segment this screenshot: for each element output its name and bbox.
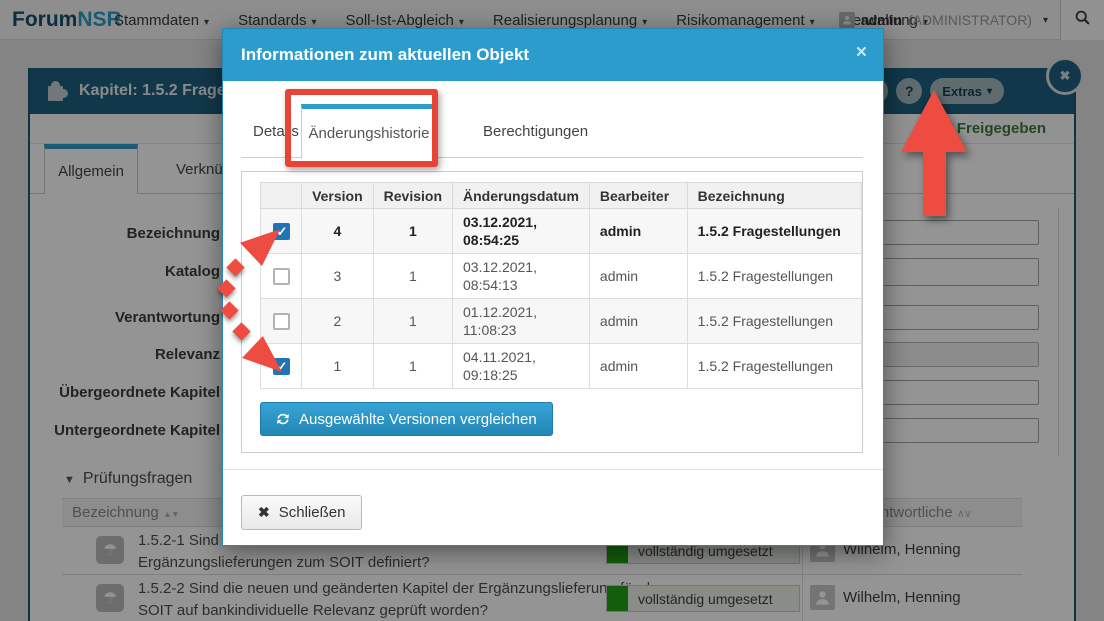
history-tab-content: Version Revision Änderungsdatum Bearbeit… <box>241 171 863 453</box>
annotation-highlight-box <box>285 89 438 167</box>
bezeichnung-cell: 1.5.2 Fragestellungen <box>687 299 861 344</box>
bearbeiter-cell: admin <box>589 344 687 389</box>
version-row: 1 1 04.11.2021,09:18:25 admin 1.5.2 Frag… <box>261 344 862 389</box>
version-cell: 1 <box>302 344 374 389</box>
close-icon: ✖ <box>258 504 270 521</box>
column-header-aenderungsdatum[interactable]: Änderungsdatum <box>453 183 590 209</box>
bezeichnung-cell: 1.5.2 Fragestellungen <box>687 254 861 299</box>
revision-cell: 1 <box>373 344 452 389</box>
version-row: 4 1 03.12.2021,08:54:25 admin 1.5.2 Frag… <box>261 209 862 254</box>
revision-cell: 1 <box>373 299 452 344</box>
version-cell: 4 <box>302 209 374 254</box>
modal-footer-divider <box>223 469 883 470</box>
version-checkbox[interactable] <box>273 268 290 285</box>
revision-cell: 1 <box>373 254 452 299</box>
bezeichnung-cell: 1.5.2 Fragestellungen <box>687 344 861 389</box>
version-checkbox[interactable] <box>273 313 290 330</box>
version-cell: 3 <box>302 254 374 299</box>
version-history-table: Version Revision Änderungsdatum Bearbeit… <box>260 182 862 389</box>
tab-berechtigungen[interactable]: Berechtigungen <box>469 104 588 158</box>
bearbeiter-cell: admin <box>589 254 687 299</box>
column-header-bezeichnung[interactable]: Bezeichnung <box>687 183 861 209</box>
modal-header: Informationen zum aktuellen Objekt × <box>223 29 883 81</box>
close-icon[interactable]: × <box>856 43 867 62</box>
version-cell: 2 <box>302 299 374 344</box>
column-header-bearbeiter[interactable]: Bearbeiter <box>589 183 687 209</box>
revision-cell: 1 <box>373 209 452 254</box>
schliessen-button[interactable]: ✖ Schließen <box>241 495 362 530</box>
date-cell: 03.12.2021,08:54:13 <box>453 254 590 299</box>
column-header-select <box>261 183 302 209</box>
column-header-revision[interactable]: Revision <box>373 183 452 209</box>
table-header-row: Version Revision Änderungsdatum Bearbeit… <box>261 183 862 209</box>
bezeichnung-cell: 1.5.2 Fragestellungen <box>687 209 861 254</box>
annotation-arrow-info-button <box>898 90 972 218</box>
column-header-version[interactable]: Version <box>302 183 374 209</box>
date-cell: 03.12.2021,08:54:25 <box>453 209 590 254</box>
version-row: 3 1 03.12.2021,08:54:13 admin 1.5.2 Frag… <box>261 254 862 299</box>
date-cell: 01.12.2021,11:08:23 <box>453 299 590 344</box>
refresh-icon <box>276 412 290 426</box>
screenshot-stage: ForumNSR Stammdaten▾ Standards▾ Soll-Ist… <box>0 0 1104 621</box>
version-row: 2 1 01.12.2021,11:08:23 admin 1.5.2 Frag… <box>261 299 862 344</box>
modal-title: Informationen zum aktuellen Objekt <box>241 45 529 65</box>
bearbeiter-cell: admin <box>589 299 687 344</box>
bearbeiter-cell: admin <box>589 209 687 254</box>
date-cell: 04.11.2021,09:18:25 <box>453 344 590 389</box>
compare-versions-button[interactable]: Ausgewählte Versionen vergleichen <box>260 402 553 436</box>
